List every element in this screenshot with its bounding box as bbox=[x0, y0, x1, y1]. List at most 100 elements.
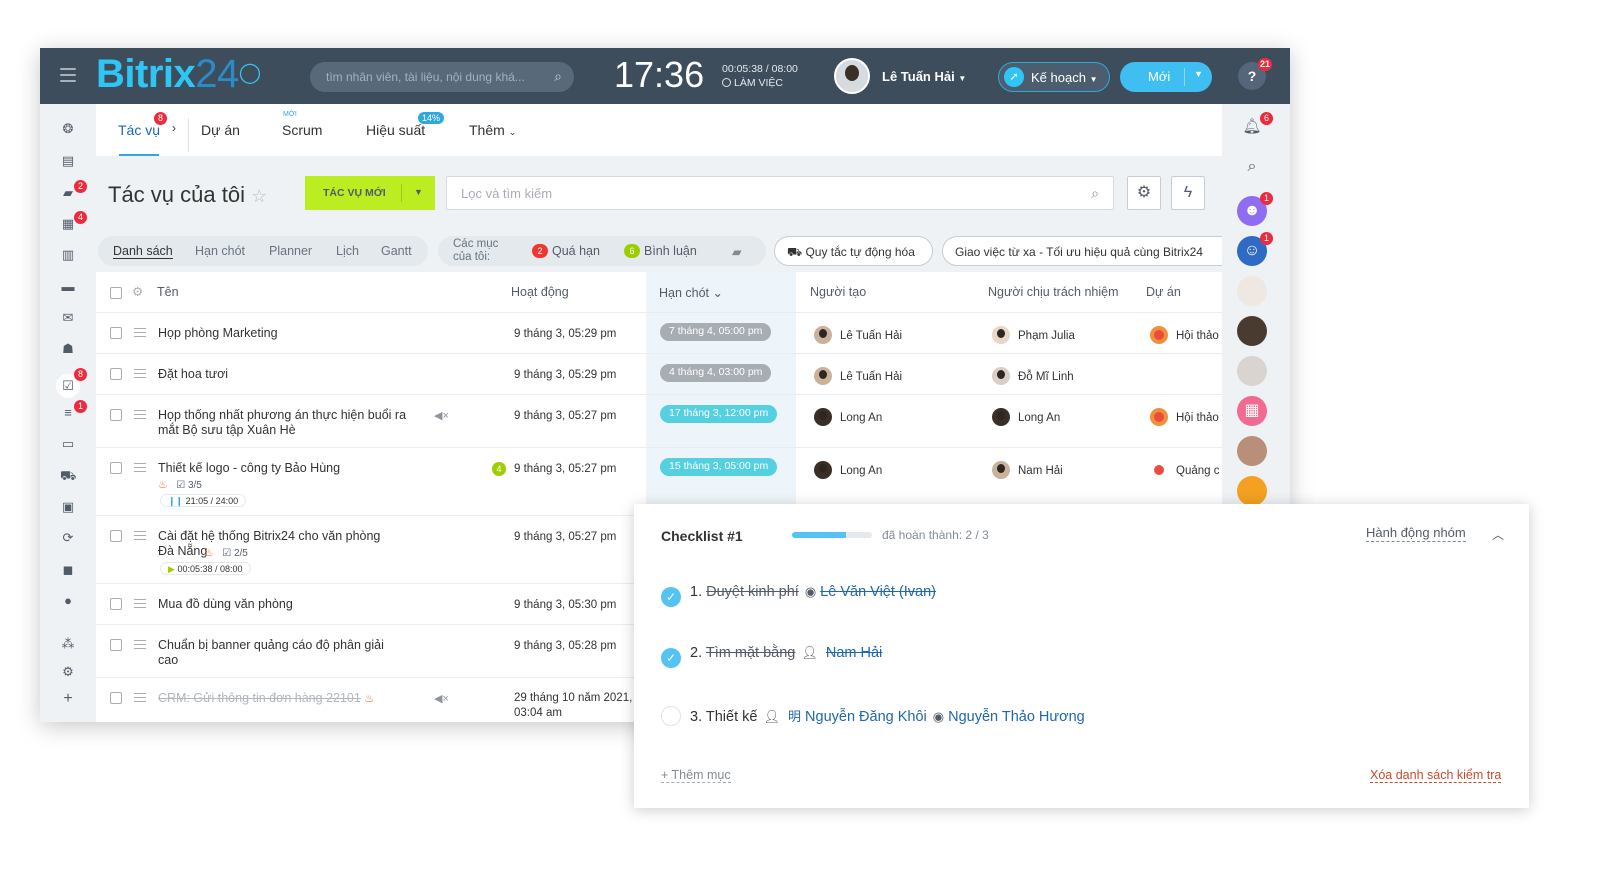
column-deadline[interactable]: Hạn chót ⌄ bbox=[659, 285, 723, 300]
view-planner[interactable]: Planner bbox=[269, 244, 312, 258]
bolt-button[interactable]: ϟ bbox=[1171, 176, 1205, 210]
new-task-button[interactable]: TÁC VỤ MỚI ▼ bbox=[305, 176, 435, 210]
row-checkbox[interactable] bbox=[110, 409, 122, 421]
box-icon[interactable]: ◼ bbox=[60, 563, 76, 577]
tab-tasks[interactable]: Tác vụ bbox=[118, 122, 160, 138]
chevron-right-icon[interactable]: › bbox=[172, 121, 176, 135]
new-button[interactable]: Mới ▼ bbox=[1120, 62, 1212, 92]
sitemap-icon[interactable]: ⁂ bbox=[60, 637, 76, 651]
add-item-button[interactable]: + Thêm mục bbox=[661, 768, 731, 783]
row-menu-icon[interactable] bbox=[134, 599, 146, 608]
row-checkbox[interactable] bbox=[110, 692, 122, 704]
filter-search-input[interactable]: Lọc và tìm kiếm ⌕ bbox=[446, 176, 1114, 210]
avatar[interactable] bbox=[1237, 436, 1267, 466]
row-menu-icon[interactable] bbox=[134, 463, 146, 472]
task-name[interactable]: Mua đồ dùng văn phòng bbox=[158, 597, 408, 612]
tab-efficiency[interactable]: Hiệu suất bbox=[366, 122, 425, 138]
row-checkbox[interactable] bbox=[110, 327, 122, 339]
responsible[interactable]: Đỗ Mĩ Linh bbox=[992, 367, 1074, 385]
view-calendar[interactable]: Lịch bbox=[336, 244, 359, 258]
task-timer[interactable]: ▶ 00:05:38 / 08:00 bbox=[160, 562, 251, 575]
task-name[interactable]: Đặt hoa tươi bbox=[158, 367, 408, 382]
responsible[interactable]: Long An bbox=[992, 408, 1060, 426]
mail-icon[interactable]: ✉ bbox=[60, 311, 76, 325]
row-checkbox[interactable] bbox=[110, 368, 122, 380]
row-menu-icon[interactable] bbox=[134, 531, 146, 540]
task-name[interactable]: CRM: Gửi thông tin đơn hàng 22101 ♨ bbox=[158, 691, 374, 707]
group-action-button[interactable]: Hành động nhóm bbox=[1366, 525, 1466, 542]
row-checkbox[interactable] bbox=[110, 530, 122, 542]
task-name[interactable]: Họp phòng Marketing bbox=[158, 326, 408, 341]
task-name[interactable]: Cài đặt hệ thống Bitrix24 cho văn phòng … bbox=[158, 529, 394, 559]
responsible[interactable]: Nam Hải bbox=[992, 461, 1063, 479]
creator[interactable]: Long An bbox=[814, 408, 882, 426]
overdue-counter[interactable]: 2 Quá hạn bbox=[532, 244, 600, 258]
creator[interactable]: Lê Tuấn Hải bbox=[814, 367, 902, 385]
star-icon[interactable]: ☆ bbox=[251, 186, 267, 206]
checked-icon[interactable]: ✓ bbox=[661, 648, 681, 668]
responsible[interactable]: Phạm Julia bbox=[992, 326, 1075, 344]
add-icon[interactable]: + bbox=[60, 691, 76, 707]
sync-icon[interactable]: ⟳ bbox=[60, 531, 76, 545]
row-menu-icon[interactable] bbox=[134, 693, 146, 702]
checked-icon[interactable]: ✓ bbox=[661, 587, 681, 607]
table-row[interactable]: Họp phòng Marketing 9 tháng 3, 05:29 pm … bbox=[96, 313, 1222, 354]
tab-projects[interactable]: Dự án bbox=[201, 122, 240, 138]
deadline-badge[interactable]: 4 tháng 4, 03:00 pm bbox=[660, 364, 772, 382]
checklist-item[interactable]: 3. Thiết kế 👤︎ 明 Nguyễn Đăng Khôi ◉ Nguyễn T… bbox=[661, 706, 1085, 728]
deadline-badge[interactable]: 15 tháng 3, 05:00 pm bbox=[660, 458, 778, 476]
avatar[interactable] bbox=[1237, 276, 1267, 306]
chevron-up-icon[interactable]: ︿ bbox=[1492, 526, 1504, 543]
row-menu-icon[interactable] bbox=[134, 640, 146, 649]
logo[interactable]: Bitrix24◯ bbox=[96, 52, 261, 97]
drive-icon[interactable]: ▬ bbox=[60, 280, 76, 294]
row-checkbox[interactable] bbox=[110, 598, 122, 610]
help-button[interactable]: ? 21 bbox=[1238, 58, 1272, 90]
mute-icon[interactable]: ◀× bbox=[434, 409, 449, 422]
delete-checklist-button[interactable]: Xóa danh sách kiểm tra bbox=[1370, 768, 1502, 783]
shop-icon[interactable]: ⛟ bbox=[60, 469, 76, 483]
row-menu-icon[interactable] bbox=[134, 328, 146, 337]
unchecked-icon[interactable] bbox=[661, 706, 681, 726]
automation-button[interactable]: ⛟ Quy tắc tự động hóa bbox=[774, 236, 933, 266]
task-name[interactable]: Họp thống nhất phương án thực hiện buổi … bbox=[158, 408, 408, 438]
stream-icon[interactable]: ❂ bbox=[60, 122, 76, 136]
column-responsible[interactable]: Người chịu trách nhiệm bbox=[988, 285, 1119, 299]
read-all-icon[interactable]: ▰ bbox=[732, 244, 742, 259]
contact-center-icon[interactable]: ▣ bbox=[60, 500, 76, 514]
project[interactable]: Quảng c bbox=[1150, 461, 1219, 479]
task-name[interactable]: Chuẩn bị banner quảng cáo độ phân giải c… bbox=[158, 638, 394, 668]
settings-icon[interactable]: ⚙ bbox=[60, 665, 76, 679]
row-checkbox[interactable] bbox=[110, 462, 122, 474]
row-menu-icon[interactable] bbox=[134, 369, 146, 378]
groups-icon[interactable]: ☗ bbox=[60, 342, 76, 356]
select-all-checkbox[interactable] bbox=[110, 287, 122, 299]
mute-icon[interactable]: ◀× bbox=[434, 692, 449, 705]
settings-button[interactable]: ⚙ bbox=[1127, 176, 1161, 210]
project[interactable]: Hội thảo bbox=[1150, 408, 1219, 426]
avatar[interactable] bbox=[1237, 316, 1267, 346]
creator[interactable]: Lê Tuấn Hải bbox=[814, 326, 902, 344]
table-row[interactable]: Họp thống nhất phương án thực hiện buổi … bbox=[96, 395, 1222, 448]
search-input[interactable]: tìm nhân viên, tài liệu, nội dung khá...… bbox=[310, 62, 574, 92]
calendar-icon[interactable]: ▦ bbox=[1237, 396, 1267, 426]
column-creator[interactable]: Người tạo bbox=[810, 285, 866, 299]
task-name[interactable]: Thiết kế logo - công ty Bảo Hùng bbox=[158, 461, 408, 476]
column-project[interactable]: Dự án bbox=[1146, 285, 1181, 299]
check-circle-icon[interactable]: ● bbox=[60, 594, 76, 608]
menu-icon[interactable] bbox=[60, 68, 76, 82]
feed-icon[interactable]: ▤ bbox=[60, 154, 76, 168]
view-list[interactable]: Danh sách bbox=[113, 244, 173, 259]
view-gantt[interactable]: Gantt bbox=[381, 244, 412, 258]
project[interactable]: Hội thảo bbox=[1150, 326, 1219, 344]
task-timer[interactable]: ❙❙ 21:05 / 24:00 bbox=[160, 494, 247, 507]
tab-more[interactable]: Thêm ⌄ bbox=[469, 122, 516, 138]
document-icon[interactable]: ▥ bbox=[60, 248, 76, 262]
tab-scrum[interactable]: Scrum bbox=[282, 122, 322, 138]
column-name[interactable]: Tên bbox=[157, 285, 179, 299]
deadline-badge[interactable]: 7 tháng 4, 05:00 pm bbox=[660, 323, 772, 341]
creator[interactable]: Long An bbox=[814, 461, 882, 479]
checklist-item[interactable]: ✓ 1. Duyệt kinh phí ◉ Lê Văn Việt (Ivan) bbox=[661, 584, 936, 607]
plan-button[interactable]: ➚ Kế hoạch ▼ bbox=[998, 62, 1110, 92]
crm-icon[interactable]: ▭ bbox=[60, 437, 76, 451]
